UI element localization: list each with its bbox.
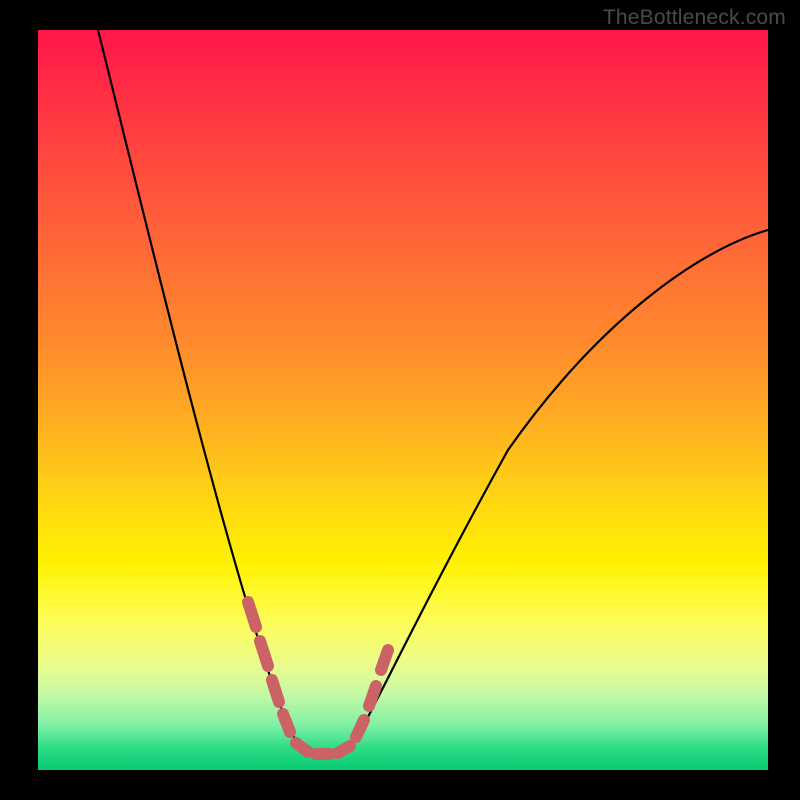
dash-segment	[272, 680, 279, 702]
dash-segment	[296, 743, 308, 752]
dash-segment	[356, 720, 364, 737]
dash-segment	[260, 641, 268, 666]
dash-segment	[283, 714, 290, 732]
bottleneck-curve	[98, 30, 768, 754]
curve-overlay	[38, 30, 768, 770]
chart-frame: TheBottleneck.com	[0, 0, 800, 800]
dash-segment	[369, 686, 376, 706]
dash-segment	[248, 602, 256, 627]
watermark-text: TheBottleneck.com	[603, 6, 786, 30]
dash-segment	[381, 650, 388, 670]
highlight-dashes	[248, 602, 388, 754]
dash-segment	[338, 746, 350, 753]
